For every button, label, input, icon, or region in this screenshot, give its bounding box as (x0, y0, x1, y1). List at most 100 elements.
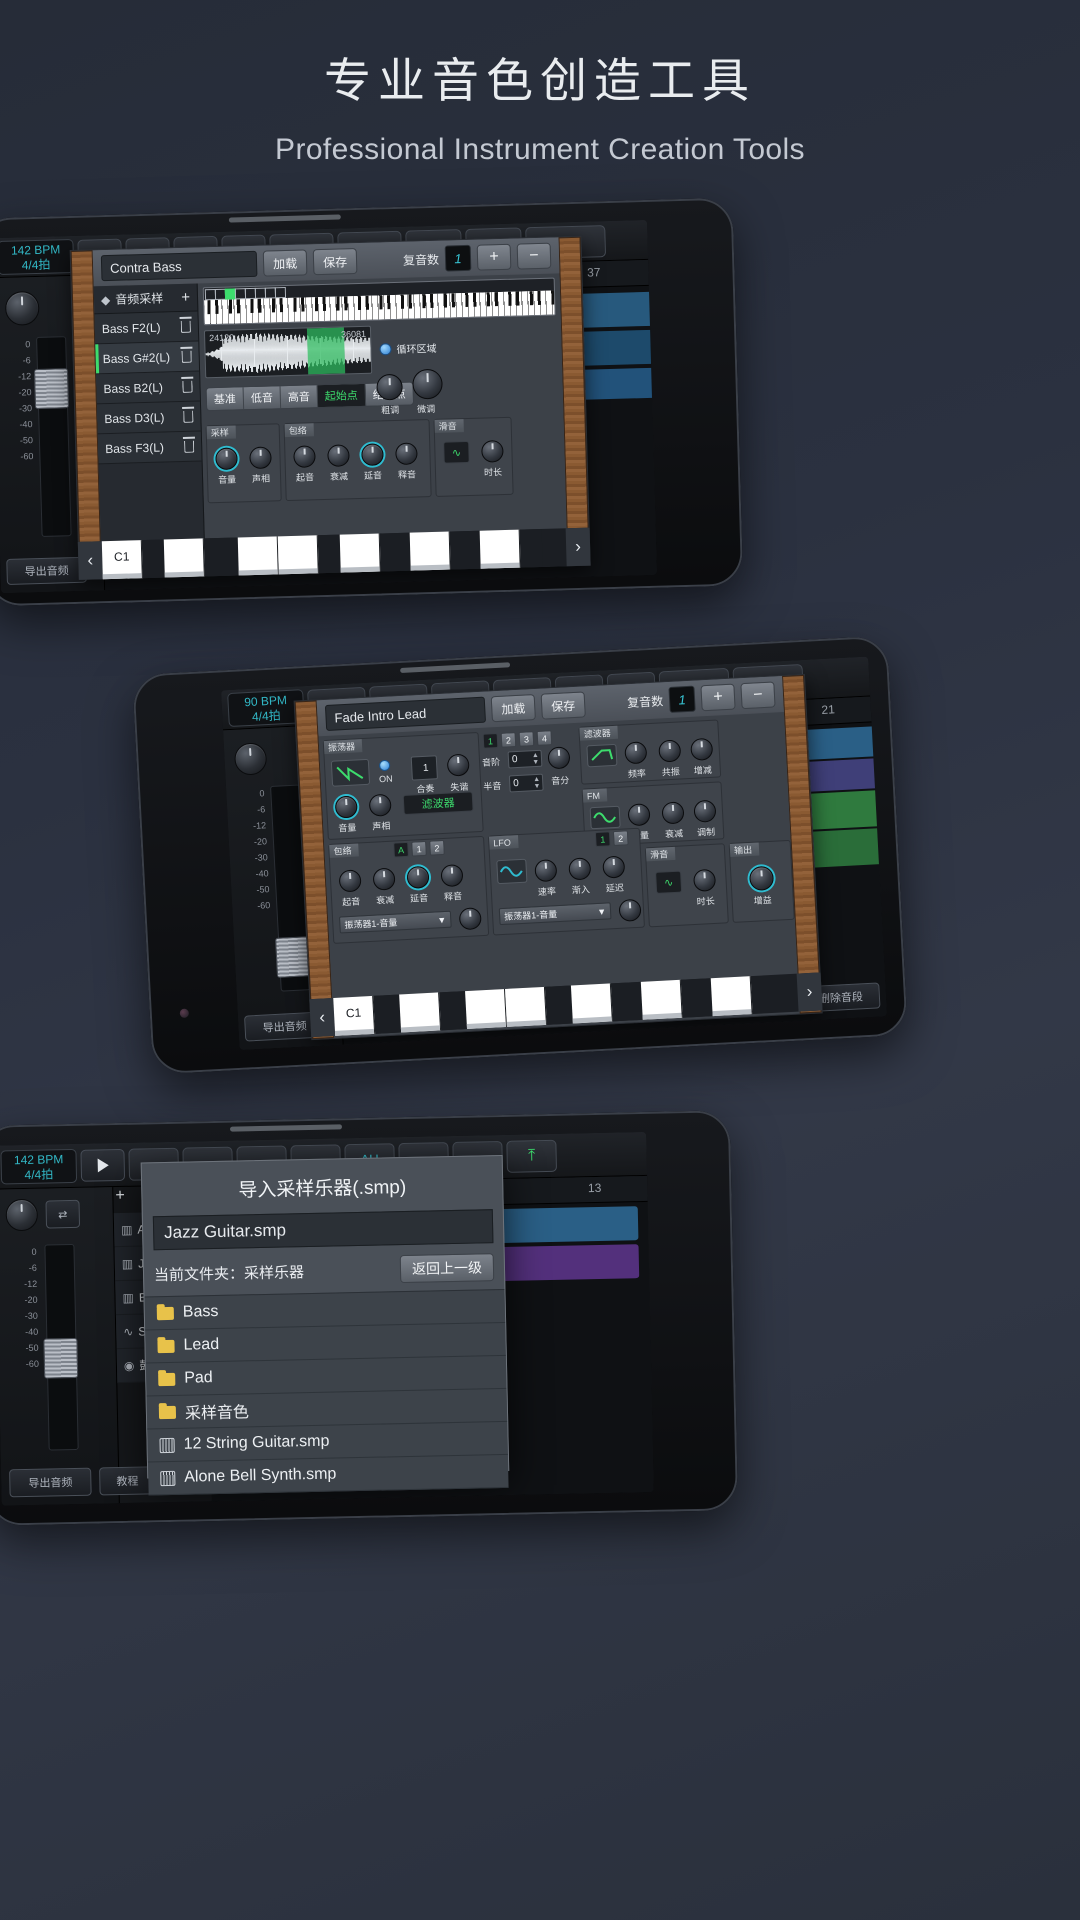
phone1-preset-name-field[interactable]: Contra Bass (101, 251, 258, 281)
phone2-filter-shape[interactable] (586, 744, 617, 768)
seg-item-active[interactable]: 起始点 (318, 384, 367, 407)
seg-item[interactable]: 高音 (281, 385, 319, 408)
phone2-preset-name-field[interactable]: Fade Intro Lead (325, 697, 486, 731)
phone1-sample-volume-knob[interactable] (215, 447, 238, 470)
trash-icon[interactable] (182, 380, 192, 392)
phone1-fader-handle[interactable] (34, 368, 69, 409)
phone1-glide-time-knob[interactable] (481, 440, 504, 463)
phone2-lfo-shape[interactable] (496, 859, 527, 885)
phone2-env-release-knob[interactable] (440, 864, 463, 887)
phone2-poly-value[interactable]: 1 (668, 686, 695, 713)
phone2-octave-value[interactable]: 0 ▲▼ (508, 750, 543, 769)
phone2-glide-time-knob[interactable] (693, 869, 716, 892)
trash-icon[interactable] (181, 350, 191, 362)
piano-key-white[interactable] (480, 530, 521, 569)
phone3-marker-button[interactable]: ⤒ (506, 1139, 557, 1172)
phone2-octave-prev-button[interactable]: ‹ (309, 998, 335, 1037)
phone1-waveform-display[interactable]: 24120 36081 (204, 326, 372, 379)
phone2-lfo-tab-2[interactable]: 2 (613, 830, 629, 846)
phone3-master-knob[interactable] (5, 1199, 38, 1232)
phone1-key-range-map[interactable] (203, 278, 556, 326)
phone2-glide-toggle[interactable]: ∿ (655, 871, 682, 894)
stepper-arrows[interactable]: ▲▼ (533, 776, 541, 790)
phone1-poly-plus-button[interactable]: + (477, 244, 512, 271)
phone2-env-tab-a[interactable]: A (393, 842, 409, 858)
phone1-poly-minus-button[interactable]: − (517, 243, 552, 270)
piano-key-white[interactable] (505, 987, 547, 1027)
piano-key-white[interactable] (399, 992, 441, 1032)
list-item[interactable]: Bass D3(L) (97, 401, 201, 434)
list-item[interactable]: Bass F2(L) (94, 312, 198, 345)
phone2-lfo-fadein-knob[interactable] (568, 857, 591, 880)
phone2-env-tab-1[interactable]: 1 (411, 841, 427, 857)
phone2-osc-waveform-select[interactable] (331, 759, 370, 787)
phone1-fader-rail[interactable] (36, 336, 72, 537)
phone2-env-decay-knob[interactable] (373, 868, 396, 891)
trash-icon[interactable] (183, 410, 193, 422)
phone2-lfo-tabs[interactable]: 1 2 (595, 830, 629, 847)
phone2-fm-volume-knob[interactable] (627, 803, 650, 826)
phone3-file-list[interactable]: Bass Lead Pad 采样音色 12 String Guitar.smp (145, 1289, 509, 1495)
phone2-env-tabs[interactable]: A 1 2 (393, 840, 445, 858)
phone2-filter-reso-knob[interactable] (658, 739, 681, 762)
phone1-loop-radio[interactable] (379, 343, 391, 355)
phone2-output-gain-knob[interactable] (749, 866, 774, 891)
piano-key-white[interactable] (711, 976, 753, 1016)
piano-key-white[interactable] (340, 534, 381, 573)
list-item[interactable]: Bass B2(L) (96, 371, 200, 404)
stepper-arrows[interactable]: ▲▼ (532, 752, 540, 766)
phone2-env-target-dropdown[interactable]: 振荡器1-音量 ▼ (339, 911, 452, 934)
phone2-detune-knob[interactable] (447, 754, 470, 777)
phone1-glide-toggle[interactable]: ∿ (443, 441, 470, 464)
phone2-osc-tab-1[interactable]: 1 (483, 733, 499, 749)
phone2-load-button[interactable]: 加载 (491, 694, 536, 722)
phone2-env-tab-2[interactable]: 2 (429, 840, 445, 856)
phone2-osc-pan-knob[interactable] (369, 794, 392, 817)
phone3-fader-handle[interactable] (43, 1338, 78, 1379)
piano-key-white[interactable]: C1 (333, 996, 375, 1036)
phone1-master-knob[interactable] (5, 291, 40, 326)
piano-key-white[interactable] (571, 983, 613, 1023)
piano-key-white[interactable] (465, 989, 507, 1029)
phone3-bpm-display[interactable]: 142 BPM 4/4拍 (0, 1148, 77, 1184)
seg-item[interactable]: 基准 (207, 387, 245, 410)
phone2-master-knob[interactable] (234, 742, 268, 776)
phone2-poly-minus-button[interactable]: − (740, 681, 775, 709)
phone1-sample-pan-knob[interactable] (249, 446, 272, 469)
phone2-octave-next-button[interactable]: › (797, 972, 823, 1011)
piano-key-white[interactable] (641, 980, 683, 1020)
piano-key-white[interactable]: C1 (102, 540, 143, 579)
phone1-poly-value[interactable]: 1 (445, 245, 472, 272)
piano-key-white[interactable] (278, 535, 319, 574)
phone1-save-button[interactable]: 保存 (313, 248, 358, 275)
phone2-osc-volume-knob[interactable] (335, 795, 358, 818)
phone2-env-attack-knob[interactable] (339, 869, 362, 892)
piano-key-white[interactable] (410, 532, 451, 571)
phone3-mixer-toggle-button[interactable]: ⇄ (45, 1200, 80, 1229)
phone2-filter-freq-knob[interactable] (624, 741, 647, 764)
seg-item[interactable]: 低音 (244, 386, 282, 409)
phone2-lfo-delay-knob[interactable] (602, 856, 625, 879)
phone2-fm-decay-knob[interactable] (661, 801, 684, 824)
phone2-osc-tab-3[interactable]: 3 (519, 731, 535, 747)
phone1-env-decay-knob[interactable] (327, 444, 350, 467)
phone3-export-button[interactable]: 导出音频 (9, 1468, 92, 1498)
list-item[interactable]: Bass F3(L) (98, 431, 202, 464)
phone3-back-button[interactable]: 返回上一级 (400, 1253, 495, 1283)
zone-block[interactable] (275, 287, 286, 298)
phone2-osc-tab-4[interactable]: 4 (537, 730, 553, 746)
phone1-loop-region[interactable] (307, 327, 345, 374)
phone1-fine-tune-knob[interactable] (412, 369, 443, 400)
phone1-env-sustain-knob[interactable] (361, 443, 384, 466)
piano-key-white[interactable] (238, 536, 279, 575)
phone2-osc-tabs[interactable]: 1 2 3 4 (483, 730, 553, 749)
phone2-cents-knob[interactable] (547, 746, 570, 769)
phone2-filter-gain-knob[interactable] (690, 738, 713, 761)
piano-key-white[interactable] (164, 538, 205, 577)
list-item[interactable]: Bass G#2(L) (95, 341, 199, 374)
phone2-lfo-rate-knob[interactable] (534, 859, 557, 882)
phone2-semitone-value[interactable]: 0 ▲▼ (509, 774, 544, 793)
phone2-lfo-amount-knob[interactable] (618, 899, 641, 922)
phone1-bpm-display[interactable]: 142 BPM 4/4拍 (0, 238, 74, 274)
phone2-osc-tab-2[interactable]: 2 (501, 732, 517, 748)
